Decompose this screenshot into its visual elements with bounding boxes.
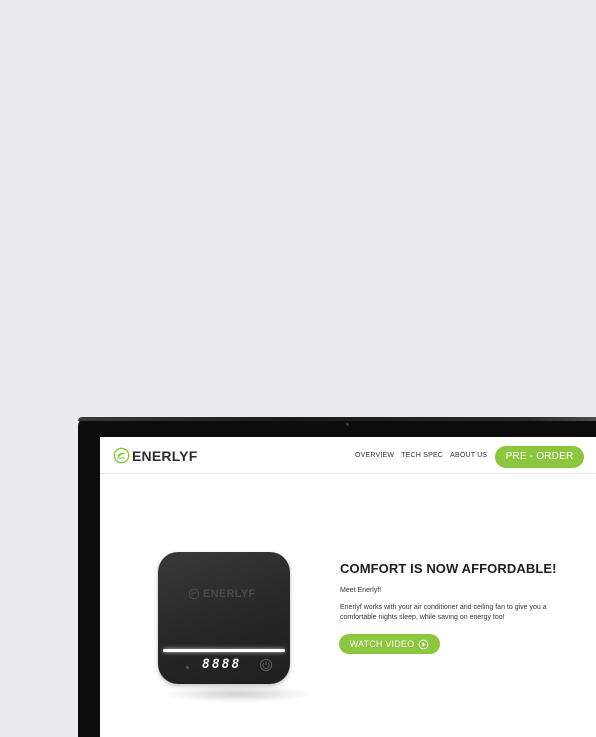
device-indicator-dot [186,666,189,669]
device-light-strip [163,649,285,652]
site-header: ENERLYF OVERVIEW TECH SPEC ABOUT US PRE … [100,437,596,474]
device-brand: ENERLYF [188,588,255,600]
hero-description: Enerlyf works with your air conditioner … [340,604,547,621]
device-brand-text: ENERLYF [203,588,256,600]
main-nav: OVERVIEW TECH SPEC ABOUT US [355,452,487,459]
site-logo[interactable]: ENERLYF [113,447,197,464]
laptop-frame: ENERLYF OVERVIEW TECH SPEC ABOUT US PRE … [78,417,596,737]
watch-video-button[interactable]: WATCH VIDEO [339,634,440,654]
preorder-button[interactable]: PRE - ORDER [495,446,584,468]
laptop-edge [78,417,596,421]
device-logo-icon [188,588,200,600]
nav-overview[interactable]: OVERVIEW [355,452,394,459]
nav-tech-spec[interactable]: TECH SPEC [401,452,443,459]
webcam-dot [346,423,349,426]
product-device: ENERLYF 8888 [158,552,290,684]
leaf-circle-icon [113,447,130,464]
power-icon [259,658,273,672]
logo-text: ENERLYF [132,447,198,464]
device-shadow [162,685,314,703]
watch-video-label: WATCH VIDEO [349,639,415,649]
nav-about-us[interactable]: ABOUT US [450,452,487,459]
hero-greeting: Meet Enerlyf! [340,587,382,594]
play-circle-icon [418,639,429,649]
device-display: 8888 [202,657,242,672]
laptop-screen: ENERLYF OVERVIEW TECH SPEC ABOUT US PRE … [100,437,596,737]
hero-title: COMFORT IS NOW AFFORDABLE! [340,561,557,576]
